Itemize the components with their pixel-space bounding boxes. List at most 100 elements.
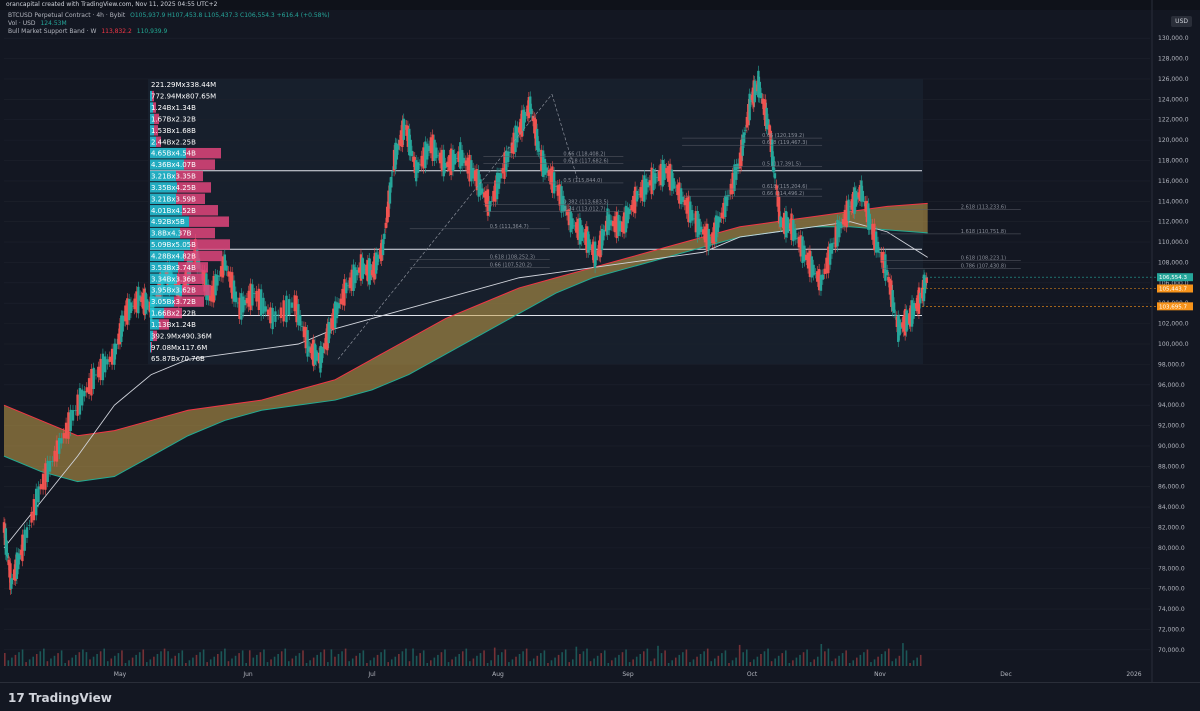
volume-bar: [252, 657, 255, 666]
volume-profile-label: 4.01Bx4.52B: [151, 207, 196, 215]
tradingview-logo[interactable]: 17 TradingView: [8, 691, 112, 705]
volume-bar: [678, 654, 681, 666]
fib-level-label: 0.618 (117,682.6): [563, 159, 608, 165]
volume-bar: [163, 648, 166, 666]
volume-bar: [71, 657, 74, 666]
volume-bar: [138, 652, 141, 666]
volume-bar: [490, 660, 492, 666]
volume-bar: [440, 652, 443, 666]
volume-bar: [483, 650, 485, 666]
volume-bar: [284, 648, 287, 666]
price-chart[interactable]: 0.66 (118,408.2) 0.618 (117,682.6) 0.5 (11…: [0, 0, 1200, 683]
legend-band-label[interactable]: Bull Market Support Band · W: [8, 28, 96, 35]
volume-bar: [227, 661, 230, 666]
legend-vol-value: 124.53M: [40, 20, 67, 27]
volume-bar: [277, 654, 279, 666]
candle-body: [588, 239, 591, 250]
volume-bar: [497, 654, 500, 666]
legend-symbol-row[interactable]: BTCUSD Perpetual Contract · 4h · Bybit O…: [8, 12, 333, 20]
volume-bar: [763, 651, 766, 666]
y-axis-tick: 84,000.0: [1158, 504, 1185, 511]
volume-bar: [128, 660, 130, 666]
volume-bar: [877, 656, 879, 666]
y-axis-tick: 72,000.0: [1158, 626, 1185, 633]
volume-bar: [721, 653, 723, 666]
volume-profile-label: 1.53Bx1.68B: [151, 127, 196, 135]
fib-level-label: 0.5 (115,844.0): [563, 178, 602, 184]
volume-bar: [426, 663, 429, 666]
candle-body: [81, 389, 84, 406]
volume-bar: [14, 654, 17, 666]
volume-bar: [703, 651, 705, 666]
volume-bar: [110, 658, 113, 666]
volume-bar: [603, 650, 606, 666]
candle-body: [46, 460, 49, 483]
legend-ohlc: O105,937.9 H107,453.8 L105,437.3 C106,55…: [130, 12, 330, 19]
candle-body: [87, 378, 91, 394]
volume-bar: [653, 658, 656, 666]
volume-profile-label: 3.34Bx3.36B: [151, 275, 196, 283]
volume-bar: [816, 656, 819, 666]
fib-level-label: 0.382 (113,683.5): [563, 199, 608, 205]
volume-bar: [231, 658, 233, 666]
volume-profile-label: 3.05Bx3.72B: [151, 298, 196, 306]
volume-bar: [820, 644, 823, 666]
volume-bar: [195, 654, 198, 666]
volume-bar: [405, 648, 407, 666]
volume-bar: [316, 654, 318, 666]
x-axis-tick: 2026: [1126, 671, 1141, 678]
volume-bar: [398, 654, 400, 666]
volume-bar: [206, 662, 208, 666]
x-axis-tick: Aug: [492, 671, 504, 678]
volume-bar: [167, 651, 169, 666]
x-axis-tick: Dec: [1000, 671, 1012, 678]
fib-level-label: 0.618 (115,204.6): [762, 184, 807, 190]
legend-volume-row[interactable]: Vol · USD 124.53M: [8, 20, 333, 28]
volume-bar: [802, 652, 805, 666]
candle-body: [145, 299, 149, 310]
candle-body: [92, 367, 95, 390]
volume-profile-label: 3.8Bx4.37B: [151, 230, 192, 238]
candle-body: [315, 350, 318, 361]
volume-bar: [674, 657, 677, 666]
volume-profile-label: 5.09Bx5.05B: [151, 241, 196, 249]
y-axis-tick: 82,000.0: [1158, 524, 1185, 531]
volume-bar: [114, 655, 116, 666]
volume-profile-label: 4.36Bx4.07B: [151, 161, 196, 169]
volume-bar: [224, 648, 226, 666]
legend-band-row[interactable]: Bull Market Support Band · W 113,832.2 1…: [8, 28, 333, 36]
volume-bar: [43, 648, 45, 666]
volume-bar: [550, 660, 553, 666]
volume-bar: [437, 654, 439, 666]
price-tag-label: 106,554.3: [1159, 275, 1187, 281]
volume-bar: [422, 650, 425, 666]
volume-bar: [170, 658, 173, 666]
candle-body: [83, 391, 86, 397]
volume-bar: [185, 663, 187, 666]
candle-body: [53, 450, 56, 462]
volume-bar: [142, 649, 145, 666]
fib-level-label: 0.66 (107,520.2): [490, 263, 532, 269]
candle-body: [60, 438, 63, 444]
candle-body: [290, 302, 294, 308]
volume-bar: [728, 663, 730, 666]
volume-bar: [383, 649, 386, 666]
candle-body: [884, 254, 887, 281]
legend-symbol[interactable]: BTCUSD Perpetual Contract · 4h · Bybit: [8, 12, 125, 19]
volume-bar: [351, 658, 354, 666]
volume-bar: [18, 652, 20, 666]
x-axis-tick: Nov: [874, 671, 886, 678]
volume-bar: [472, 658, 475, 666]
currency-button[interactable]: USD: [1171, 16, 1192, 27]
volume-bar: [359, 653, 361, 666]
volume-bar: [525, 648, 528, 666]
volume-bar: [209, 659, 212, 666]
y-axis-tick: 90,000.0: [1158, 443, 1185, 450]
volume-bar: [394, 656, 397, 666]
candle-body: [99, 358, 102, 381]
volume-bar: [327, 662, 329, 666]
volume-profile-label: 1.66Bx2.22B: [151, 310, 196, 318]
volume-bar: [614, 657, 617, 666]
candle-body: [707, 228, 710, 251]
legend-vol-label[interactable]: Vol · USD: [8, 20, 36, 27]
